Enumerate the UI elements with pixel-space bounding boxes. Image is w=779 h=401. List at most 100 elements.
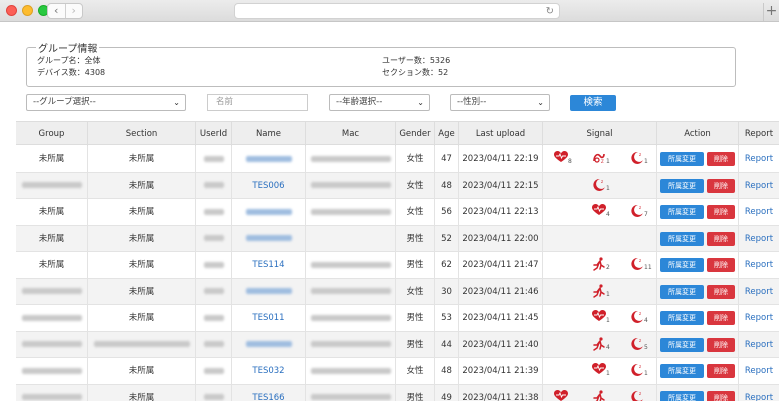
age-select[interactable]: --年齢選択-- ⌄	[329, 94, 430, 111]
report-link[interactable]: Report	[739, 173, 779, 199]
signal-badge[interactable]: 1	[589, 283, 615, 301]
signal-badge[interactable]: z1	[627, 150, 653, 168]
delete-button[interactable]: 削除	[707, 337, 735, 352]
signal-badge[interactable]: 1	[589, 362, 615, 380]
redacted-text	[21, 367, 82, 374]
name-cell[interactable]: TES011	[232, 305, 306, 331]
change-affiliation-button[interactable]: 所属変更	[660, 337, 704, 352]
report-link[interactable]: Report	[739, 199, 779, 225]
change-affiliation-button[interactable]: 所属変更	[660, 284, 704, 299]
report-link[interactable]: Report	[739, 252, 779, 278]
name-cell[interactable]	[232, 146, 306, 172]
browser-toolbar: ‹ › ↻ +	[0, 0, 779, 22]
user-name-link[interactable]: TES114	[252, 260, 284, 270]
delete-button[interactable]: 削除	[707, 390, 735, 401]
signal-badge[interactable]: z	[627, 389, 653, 401]
svg-text:Z: Z	[601, 159, 604, 164]
signal-badge[interactable]: 4	[589, 336, 615, 354]
signal-count: 1	[644, 158, 648, 165]
gender-cell: 男性	[396, 225, 435, 252]
change-affiliation-button[interactable]: 所属変更	[660, 258, 704, 272]
back-arrow-icon[interactable]: ‹	[48, 4, 65, 18]
redacted-text	[245, 341, 292, 347]
name-cell[interactable]	[232, 199, 306, 225]
change-affiliation-button[interactable]: 所属変更	[660, 205, 704, 219]
userid-cell	[196, 358, 232, 384]
table-header: Group Section UserId Name Mac Gender Age…	[16, 121, 779, 146]
reload-icon[interactable]: ↻	[546, 4, 554, 19]
signal-count: 5	[644, 343, 648, 351]
change-affiliation-button[interactable]: 所属変更	[660, 390, 704, 401]
signal-badge[interactable]: z4	[627, 309, 653, 327]
age-select-value: --年齢選択--	[336, 97, 383, 107]
change-affiliation-button[interactable]: 所属変更	[660, 311, 704, 325]
report-link[interactable]: Report	[739, 226, 779, 252]
mac-cell	[306, 146, 396, 172]
signal-badge[interactable]: 1	[589, 309, 615, 327]
delete-button[interactable]: 削除	[707, 152, 735, 166]
table-row: 未所属 未所属 男性 52 2023/04/11 22:00 Report 所属変更 削除	[16, 225, 779, 252]
delete-button[interactable]: 削除	[707, 311, 735, 325]
name-cell[interactable]: TES114	[232, 252, 306, 278]
age-cell: 52	[435, 225, 459, 252]
age-cell: 48	[435, 358, 459, 384]
report-link[interactable]: Report	[739, 385, 779, 401]
delete-button[interactable]: 削除	[707, 205, 735, 219]
table-row: 未所属 TES032 女性 48 2023/04/11 21:39 Report 1 z 1 所属…	[16, 358, 779, 385]
signal-badge[interactable]: z1	[627, 362, 653, 380]
signal-badge[interactable]: z7	[627, 203, 653, 221]
signal-badge[interactable]: Z1	[589, 150, 615, 168]
report-link[interactable]: Report	[739, 146, 779, 172]
forward-arrow-icon[interactable]: ›	[64, 4, 83, 18]
age-cell: 44	[435, 331, 459, 358]
user-name-link[interactable]: TES166	[252, 393, 284, 401]
user-name-link[interactable]: TES032	[252, 366, 284, 376]
signal-badge[interactable]: 4	[589, 203, 615, 221]
signal-badge[interactable]: z1	[589, 177, 615, 195]
redacted-text	[203, 182, 224, 188]
redacted-text	[310, 341, 391, 347]
delete-button[interactable]: 削除	[707, 258, 735, 272]
name-cell[interactable]	[232, 331, 306, 358]
change-affiliation-button[interactable]: 所属変更	[660, 178, 704, 193]
user-name-link[interactable]: TES011	[252, 313, 284, 323]
name-cell[interactable]	[232, 278, 306, 305]
group-cell	[16, 331, 88, 358]
address-bar[interactable]: ↻	[234, 3, 560, 19]
delete-button[interactable]: 削除	[707, 178, 735, 193]
signal-badge[interactable]: 2	[589, 256, 615, 274]
signal-badge[interactable]: z 11	[627, 256, 653, 274]
redacted-text	[245, 235, 292, 241]
section-cell: 未所属	[88, 199, 196, 225]
name-cell[interactable]: TES032	[232, 358, 306, 384]
change-affiliation-button[interactable]: 所属変更	[660, 364, 704, 378]
group-select[interactable]: --グループ選択-- ⌄	[26, 94, 186, 111]
report-link[interactable]: Report	[739, 358, 779, 384]
delete-button[interactable]: 削除	[707, 231, 735, 246]
signal-badge[interactable]: z5	[627, 336, 653, 354]
name-cell[interactable]	[232, 225, 306, 252]
report-link[interactable]: Report	[739, 279, 779, 305]
user-name-link[interactable]: TES006	[252, 181, 284, 191]
minimize-window-icon[interactable]	[22, 5, 33, 16]
name-cell[interactable]: TES166	[232, 384, 306, 401]
signal-badge[interactable]	[589, 389, 615, 401]
close-window-icon[interactable]	[6, 5, 17, 16]
delete-button[interactable]: 削除	[707, 284, 735, 299]
gender-select[interactable]: --性別-- ⌄	[450, 94, 550, 111]
signal-badge[interactable]	[551, 389, 577, 401]
userid-cell	[196, 305, 232, 331]
signal-badge[interactable]: 8	[551, 150, 577, 168]
change-affiliation-button[interactable]: 所属変更	[660, 152, 704, 166]
age-cell: 49	[435, 384, 459, 401]
report-link[interactable]: Report	[739, 305, 779, 331]
mac-cell	[306, 225, 396, 252]
delete-button[interactable]: 削除	[707, 364, 735, 378]
change-affiliation-button[interactable]: 所属変更	[660, 231, 704, 246]
search-button[interactable]: 検索	[570, 95, 616, 111]
name-cell[interactable]: TES006	[232, 172, 306, 199]
report-link[interactable]: Report	[739, 332, 779, 358]
chevron-down-icon: ⌄	[417, 98, 424, 107]
new-tab-plus-icon[interactable]: +	[763, 3, 779, 21]
name-input[interactable]: 名前	[207, 94, 308, 111]
